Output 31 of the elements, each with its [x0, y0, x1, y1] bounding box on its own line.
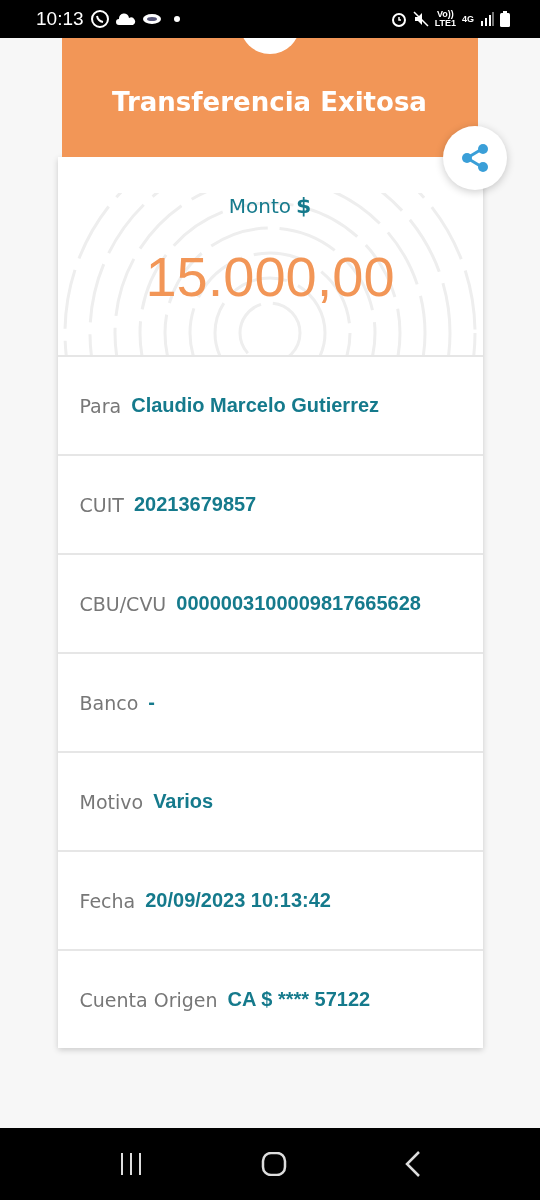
- back-icon[interactable]: [405, 1151, 421, 1177]
- detail-label: CUIT: [79, 493, 124, 516]
- detail-label: Cuenta Origen: [79, 988, 218, 1011]
- cloud-icon: [115, 13, 136, 25]
- detail-value: 20213679857: [133, 493, 257, 516]
- amount-value: 15.000,00: [145, 244, 395, 309]
- dot-icon: [173, 16, 180, 22]
- detail-value: 20/09/2023 10:13:42: [145, 889, 331, 912]
- volte-label: Vo)): [436, 10, 454, 19]
- amount-label: Monto: [228, 194, 291, 218]
- detail-value: 0000003100009817665628: [176, 592, 421, 615]
- network-label: 4G: [462, 14, 474, 24]
- detail-value: CA $ **** 57122: [227, 988, 371, 1011]
- header-title: Transferencia Exitosa: [112, 86, 427, 117]
- alarm-icon: [390, 11, 407, 27]
- home-icon[interactable]: [261, 1152, 287, 1176]
- currency-symbol: $: [295, 193, 312, 218]
- detail-label: Para: [79, 394, 122, 417]
- detail-value: -: [148, 691, 155, 714]
- detail-label: Motivo: [79, 790, 144, 813]
- battery-icon: [500, 11, 510, 27]
- detail-label: Fecha: [79, 889, 136, 912]
- detail-label: Banco: [79, 691, 139, 714]
- recent-apps-icon[interactable]: [119, 1153, 143, 1175]
- mute-icon: [412, 11, 429, 27]
- detail-value: Varios: [153, 790, 214, 813]
- lte-label: LTE1: [434, 19, 456, 28]
- signal-icon: [480, 12, 494, 26]
- detail-value: Claudio Marcelo Gutierrez: [131, 394, 380, 417]
- detail-label: CBU/CVU: [79, 592, 167, 615]
- status-time: 10:13: [36, 8, 84, 30]
